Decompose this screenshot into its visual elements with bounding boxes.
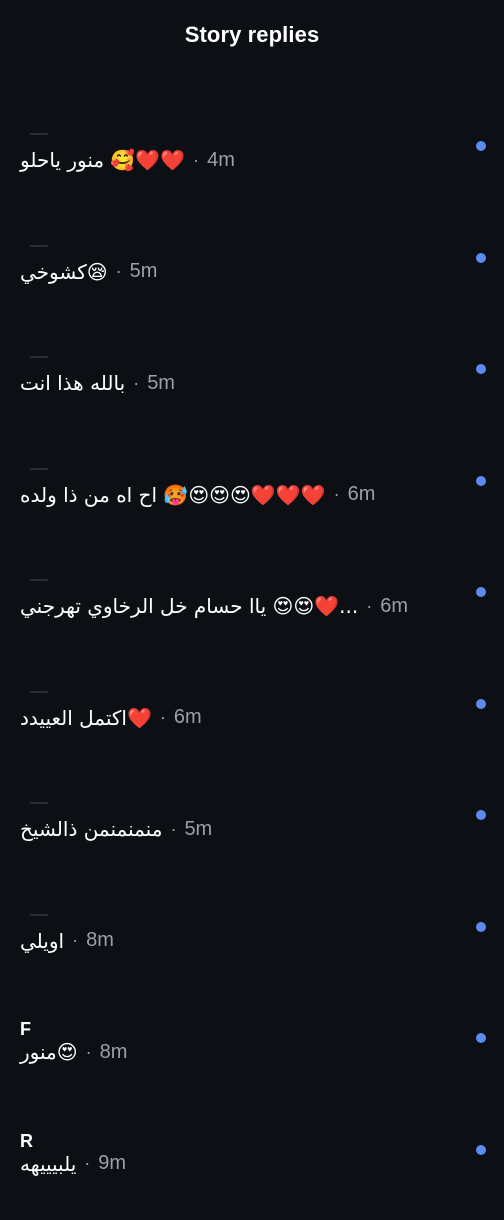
sender-placeholder [30, 245, 48, 247]
separator-dot: · [72, 930, 78, 951]
reply-text: بالله هذا انت [20, 371, 125, 395]
separator-dot: · [84, 1153, 90, 1174]
separator-dot: · [133, 373, 139, 394]
sender-placeholder [30, 802, 48, 804]
replies-list[interactable]: ❤️❤️🥰 منور ياحلو · 4m 😪كشوخي · 5m بالله … [0, 105, 504, 1200]
unread-dot-icon [476, 364, 486, 374]
reply-time: 9m [98, 1152, 126, 1175]
unread-dot-icon [476, 587, 486, 597]
reply-line: ❤️اكتمل العييدد · 6m [20, 703, 202, 733]
sender-placeholder [30, 133, 48, 135]
unread-dot-icon [476, 810, 486, 820]
reply-time: 6m [380, 595, 408, 618]
unread-dot-icon [476, 253, 486, 263]
reply-time: 6m [174, 706, 202, 729]
reply-row[interactable]: ❤️❤️🥰 منور ياحلو · 4m [0, 105, 504, 217]
unread-dot-icon [476, 699, 486, 709]
reply-row[interactable]: ❤️❤️❤️😍😍😍🥵 اح اه من ذا ولده · 6m [0, 440, 504, 552]
reply-time: 8m [100, 1041, 128, 1064]
reply-text: يلبيييهه [20, 1152, 76, 1176]
reply-text: 😍منور [20, 1040, 78, 1064]
reply-time: 5m [130, 260, 158, 283]
separator-dot: · [86, 1042, 92, 1063]
reply-text: 😪كشوخي [20, 260, 108, 284]
separator-dot: · [334, 484, 340, 505]
sender-placeholder [30, 356, 48, 358]
reply-text: ❤️❤️❤️😍😍😍🥵 اح اه من ذا ولده [20, 483, 326, 507]
reply-text: اويلي [20, 929, 64, 953]
unread-dot-icon [476, 1145, 486, 1155]
sender-placeholder [30, 579, 48, 581]
separator-dot: · [170, 819, 176, 840]
page-title: Story replies [185, 22, 320, 48]
sender-placeholder [30, 914, 48, 916]
separator-dot: · [116, 261, 122, 282]
reply-row[interactable]: R يلبيييهه · 9m [0, 1109, 504, 1220]
reply-line: يلبيييهه · 9m [20, 1149, 126, 1179]
reply-line: 😪كشوخي · 5m [20, 257, 157, 287]
sender-name: R [20, 1131, 33, 1151]
reply-text: منمنمنمن ذالشيخ [20, 817, 162, 841]
reply-line: ...❤️😍😍 ياا حسام خل الرخاوي تهرجني · 6m [20, 591, 408, 621]
unread-dot-icon [476, 476, 486, 486]
reply-line: بالله هذا انت · 5m [20, 368, 175, 398]
separator-dot: · [160, 707, 166, 728]
reply-row[interactable]: بالله هذا انت · 5m [0, 328, 504, 440]
reply-row[interactable]: F 😍منور · 8m [0, 997, 504, 1109]
reply-time: 4m [207, 149, 235, 172]
story-replies-screen: Story replies ❤️❤️🥰 منور ياحلو · 4m 😪كشو… [0, 0, 504, 1200]
reply-line: ❤️❤️❤️😍😍😍🥵 اح اه من ذا ولده · 6m [20, 480, 375, 510]
sender-name: F [20, 1019, 31, 1039]
reply-line: منمنمنمن ذالشيخ · 5m [20, 814, 212, 844]
reply-line: اويلي · 8m [20, 926, 114, 956]
reply-row[interactable]: منمنمنمن ذالشيخ · 5m [0, 774, 504, 886]
reply-row[interactable]: ...❤️😍😍 ياا حسام خل الرخاوي تهرجني · 6m [0, 551, 504, 663]
reply-time: 8m [86, 929, 114, 952]
sender-placeholder [30, 468, 48, 470]
header: Story replies [0, 0, 504, 100]
separator-dot: · [193, 150, 199, 171]
separator-dot: · [366, 596, 372, 617]
unread-dot-icon [476, 141, 486, 151]
unread-dot-icon [476, 922, 486, 932]
sender-placeholder [30, 691, 48, 693]
reply-line: 😍منور · 8m [20, 1037, 127, 1067]
reply-row[interactable]: 😪كشوخي · 5m [0, 217, 504, 329]
reply-text: ...❤️😍😍 ياا حسام خل الرخاوي تهرجني [20, 594, 358, 618]
reply-row[interactable]: ❤️اكتمل العييدد · 6m [0, 663, 504, 775]
unread-dot-icon [476, 1033, 486, 1043]
reply-text: ❤️❤️🥰 منور ياحلو [20, 148, 185, 172]
reply-time: 6m [348, 483, 376, 506]
reply-time: 5m [184, 818, 212, 841]
reply-text: ❤️اكتمل العييدد [20, 706, 152, 730]
reply-row[interactable]: اويلي · 8m [0, 886, 504, 998]
reply-line: ❤️❤️🥰 منور ياحلو · 4m [20, 145, 235, 175]
reply-time: 5m [147, 372, 175, 395]
